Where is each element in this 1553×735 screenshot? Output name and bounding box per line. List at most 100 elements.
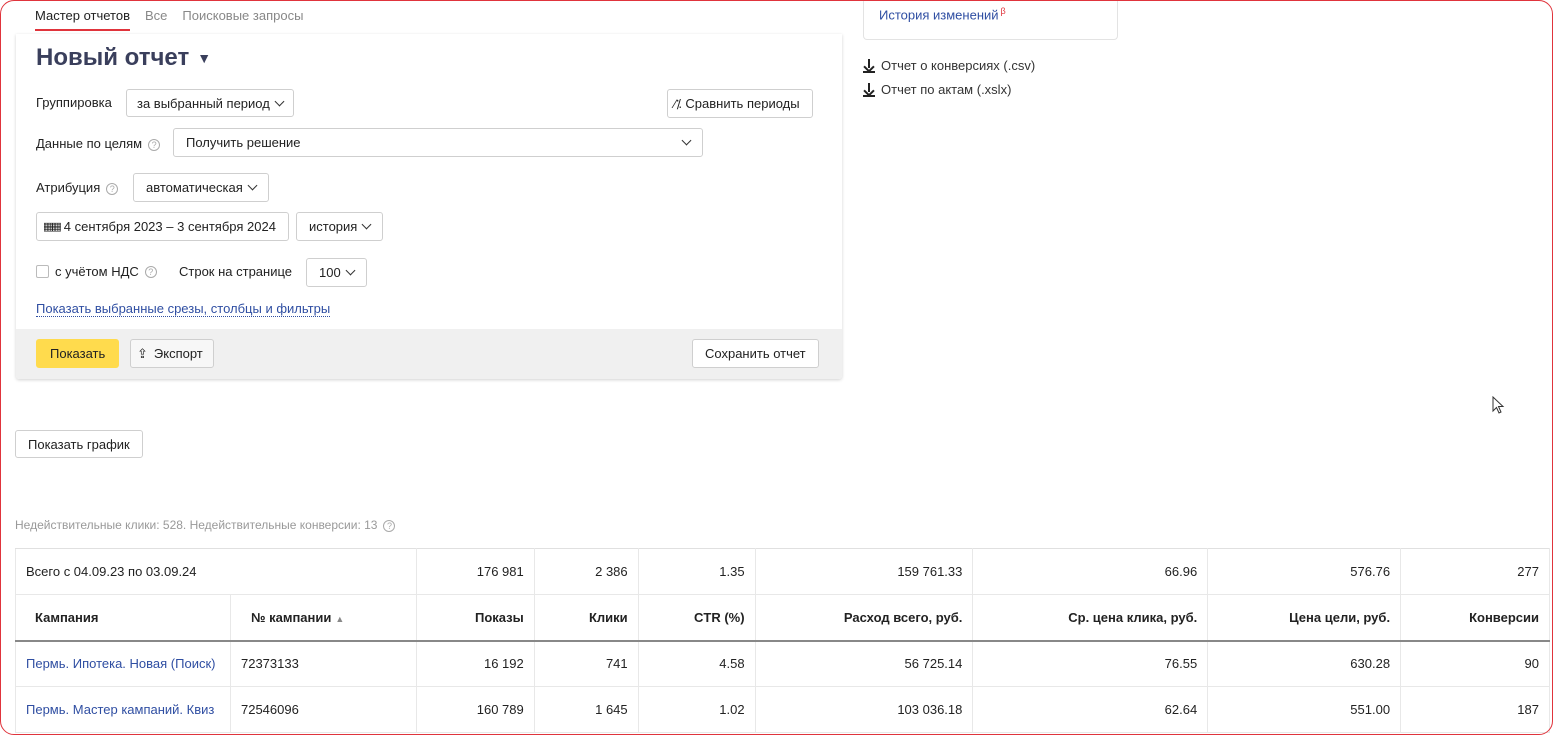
report-tabs: Мастер отчетов Все Поисковые запросы [35,8,318,31]
rows-per-page-select[interactable]: 100 [306,258,367,287]
tab-search-queries[interactable]: Поисковые запросы [182,8,303,31]
upload-icon: ⇪ [137,345,148,361]
report-title-dropdown[interactable]: Новый отчет ▼ [36,44,211,72]
download-conversions-label: Отчет о конверсиях (.csv) [881,58,1036,73]
tab-all[interactable]: Все [145,8,167,31]
goal-cost: 630.28 [1207,640,1402,687]
goal-select[interactable]: Получить решение [173,128,703,157]
header-avg-cpc[interactable]: Ср. цена клика, руб. [972,594,1209,642]
rows-per-page-value: 100 [319,265,341,280]
vat-checkbox-row[interactable]: с учётом НДС? [36,264,157,279]
conversions: 187 [1400,686,1550,733]
ctr: 4.58 [638,640,756,687]
spend: 103 036.18 [755,686,974,733]
download-acts-label: Отчет по актам (.xslx) [881,82,1012,97]
calendar-icon: ▦▦ [43,221,62,233]
total-conversions: 277 [1400,548,1550,595]
download-conversions-link[interactable]: Отчет о конверсиях (.csv) [863,58,1035,73]
total-label: Всего с 04.09.23 по 03.09.24 [15,548,417,595]
invalid-clicks-note: Недействительные клики: 528. Недействите… [15,518,396,532]
grouping-select[interactable]: за выбранный период [126,89,294,117]
chevron-down-icon [274,96,285,106]
ctr: 1.02 [638,686,756,733]
sort-asc-icon: ▲ [335,613,345,624]
header-goal-cost[interactable]: Цена цели, руб. [1207,594,1402,642]
tab-report-master[interactable]: Мастер отчетов [35,8,130,31]
clicks: 1 645 [534,686,639,733]
total-avg-cpc: 66.96 [972,548,1209,595]
report-table: Всего с 04.09.23 по 03.09.24 176 981 2 3… [15,548,1550,733]
campaign-id: 72546096 [230,686,417,733]
chevron-down-icon [361,219,372,230]
export-button[interactable]: ⇪ Экспорт [130,339,214,368]
date-range-picker[interactable]: ▦▦ 4 сентября 2023 – 3 сентября 2024 [36,212,289,241]
attribution-label: Атрибуция [36,180,101,195]
table-row: Пермь. Мастер кампаний. Квиз 72546096 16… [15,686,1550,733]
campaign-link[interactable]: Пермь. Мастер кампаний. Квиз [15,686,231,733]
goal-data-label: Данные по целям [36,136,143,151]
vat-checkbox[interactable] [36,265,49,278]
beta-badge: β [1000,6,1006,16]
avg-cpc: 76.55 [972,640,1209,687]
history-link-wrap: История изменений β [879,6,1006,22]
help-icon[interactable]: ? [144,265,157,278]
impressions: 16 192 [416,640,535,687]
history-value: история [309,219,358,234]
compare-icon: ⁄⁒ [674,96,682,111]
total-impressions: 176 981 [416,548,535,595]
header-campaign-id[interactable]: № кампании ▲ [230,594,417,642]
total-clicks: 2 386 [534,548,639,595]
compare-periods-button[interactable]: ⁄⁒ Сравнить периоды [667,89,813,118]
invalid-clicks-text: Недействительные клики: 528. Недействите… [15,518,378,532]
export-label: Экспорт [153,346,203,361]
spend: 56 725.14 [755,640,974,687]
triangle-down-icon: ▼ [197,50,212,66]
table-row: Пермь. Ипотека. Новая (Поиск) 72373133 1… [15,640,1550,687]
report-title: Новый отчет [36,44,190,71]
download-acts-link[interactable]: Отчет по актам (.xslx) [863,82,1011,97]
goal-cost: 551.00 [1207,686,1402,733]
chevron-down-icon [247,180,258,191]
total-goal-cost: 576.76 [1207,548,1402,595]
report-settings-panel [16,34,842,379]
campaign-link[interactable]: Пермь. Ипотека. Новая (Поиск) [15,640,231,687]
header-campaign[interactable]: Кампания [15,594,231,642]
attribution-value: автоматическая [146,180,243,195]
avg-cpc: 62.64 [972,686,1209,733]
header-ctr[interactable]: CTR (%) [638,594,756,642]
download-icon [863,82,875,97]
header-impressions[interactable]: Показы [416,594,535,642]
date-range-value: 4 сентября 2023 – 3 сентября 2024 [63,219,276,234]
chevron-down-icon [681,135,692,146]
header-conversions[interactable]: Конверсии [1400,594,1550,642]
chevron-down-icon [345,265,356,276]
attribution-select[interactable]: автоматическая [133,173,269,202]
goal-value: Получить решение [186,135,301,150]
total-ctr: 1.35 [638,548,756,595]
header-spend[interactable]: Расход всего, руб. [755,594,974,642]
mouse-cursor-icon [1492,396,1505,414]
attribution-label-wrap: Атрибуция? [36,180,119,195]
impressions: 160 789 [416,686,535,733]
help-icon[interactable]: ? [383,519,396,532]
grouping-label: Группировка [36,95,112,110]
download-icon [863,58,875,73]
goal-data-label-wrap: Данные по целям? [36,136,161,151]
history-link[interactable]: История изменений [879,7,999,22]
total-spend: 159 761.33 [755,548,974,595]
help-icon[interactable]: ? [106,182,119,195]
header-campaign-id-label: № кампании [250,609,332,625]
header-clicks[interactable]: Клики [534,594,639,642]
total-row: Всего с 04.09.23 по 03.09.24 176 981 2 3… [15,548,1550,595]
history-select[interactable]: история [296,212,384,241]
save-report-button[interactable]: Сохранить отчет [692,339,819,368]
vat-label: с учётом НДС [55,264,139,279]
show-filters-link[interactable]: Показать выбранные срезы, столбцы и филь… [36,301,331,317]
grouping-value: за выбранный период [137,95,270,111]
rows-per-page-label: Строк на странице [179,264,293,279]
show-chart-button[interactable]: Показать график [15,430,143,458]
help-icon[interactable]: ? [148,138,161,151]
header-row: Кампания № кампании ▲ Показы Клики CTR (%… [15,594,1550,642]
show-button[interactable]: Показать [36,339,120,368]
conversions: 90 [1400,640,1550,687]
